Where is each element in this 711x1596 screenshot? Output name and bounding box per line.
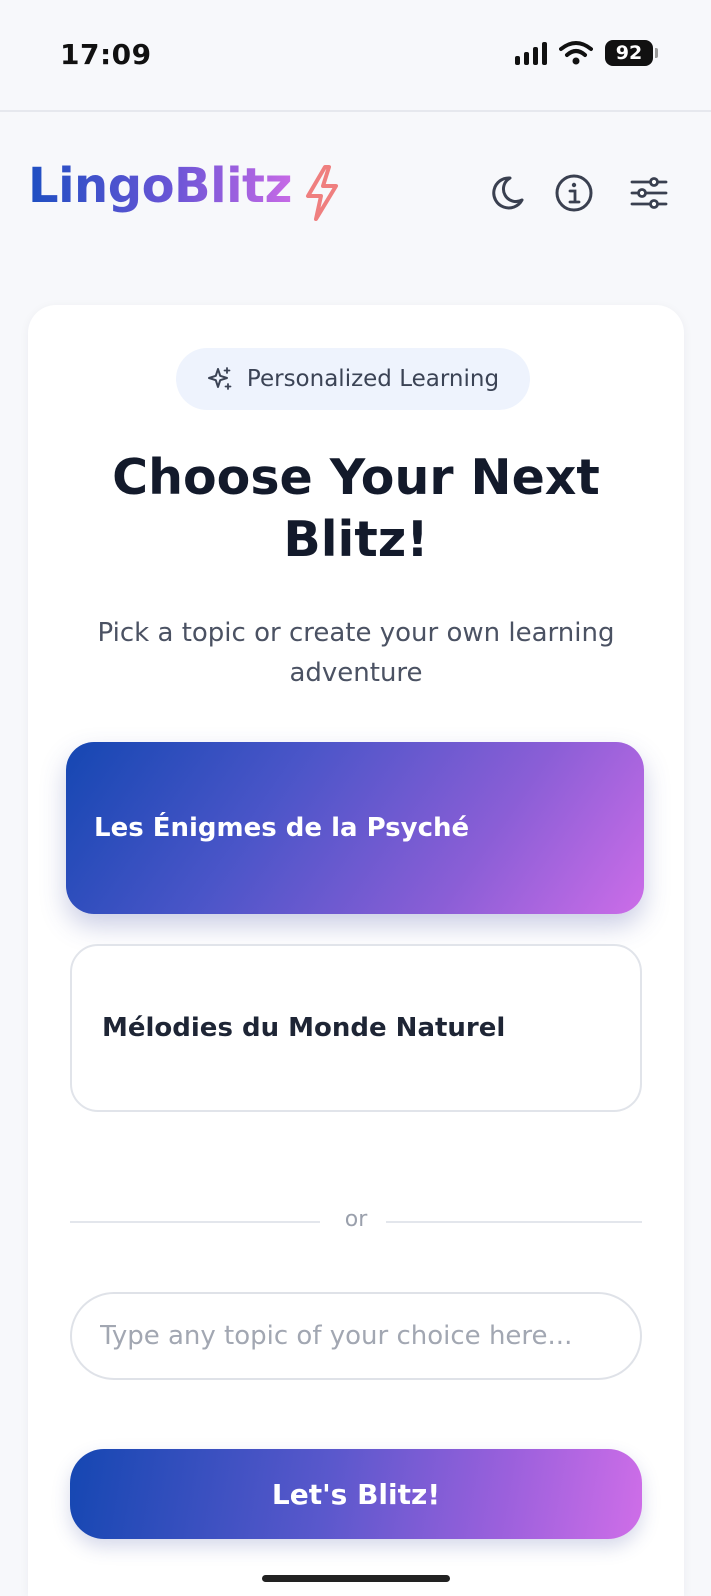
topic-selection-card: Personalized Learning Choose Your Next B… [28,305,684,1596]
topic-option[interactable]: Mélodies du Monde Naturel [70,944,642,1112]
status-bar: 17:09 92 [0,0,711,112]
or-divider: or [70,1207,642,1237]
info-button[interactable] [553,172,595,214]
lets-blitz-button[interactable]: Let's Blitz! [70,1449,642,1539]
topic-option-label: Les Énigmes de la Psyché [94,813,470,843]
badge-label: Personalized Learning [246,366,500,392]
cellular-signal-icon [515,41,547,65]
settings-button[interactable] [628,172,670,214]
divider-label: or [344,1207,368,1232]
dark-mode-button[interactable] [486,172,528,214]
app-logo[interactable]: LingoBlitz [28,158,292,214]
page-subtitle: Pick a topic or create your own learning… [97,618,615,688]
home-indicator[interactable] [262,1575,450,1582]
app-header: LingoBlitz [0,150,711,240]
sparkles-icon [207,367,232,390]
divider-line-right [386,1221,642,1223]
topic-option-label: Mélodies du Monde Naturel [102,1013,506,1043]
info-icon [555,174,593,212]
lightning-bolt-icon [306,165,338,221]
personalized-learning-badge: Personalized Learning [176,348,530,410]
wifi-icon [559,41,593,65]
battery-icon: 92 [605,40,658,66]
status-time: 17:09 [60,38,152,71]
custom-topic-input[interactable] [70,1292,642,1380]
status-icons: 92 [515,40,658,66]
battery-level: 92 [615,42,643,64]
page-title: Choose Your Next Blitz! [112,449,600,568]
moon-icon [492,176,524,210]
topic-option-selected[interactable]: Les Énigmes de la Psyché [66,742,644,914]
sliders-icon [630,177,668,209]
